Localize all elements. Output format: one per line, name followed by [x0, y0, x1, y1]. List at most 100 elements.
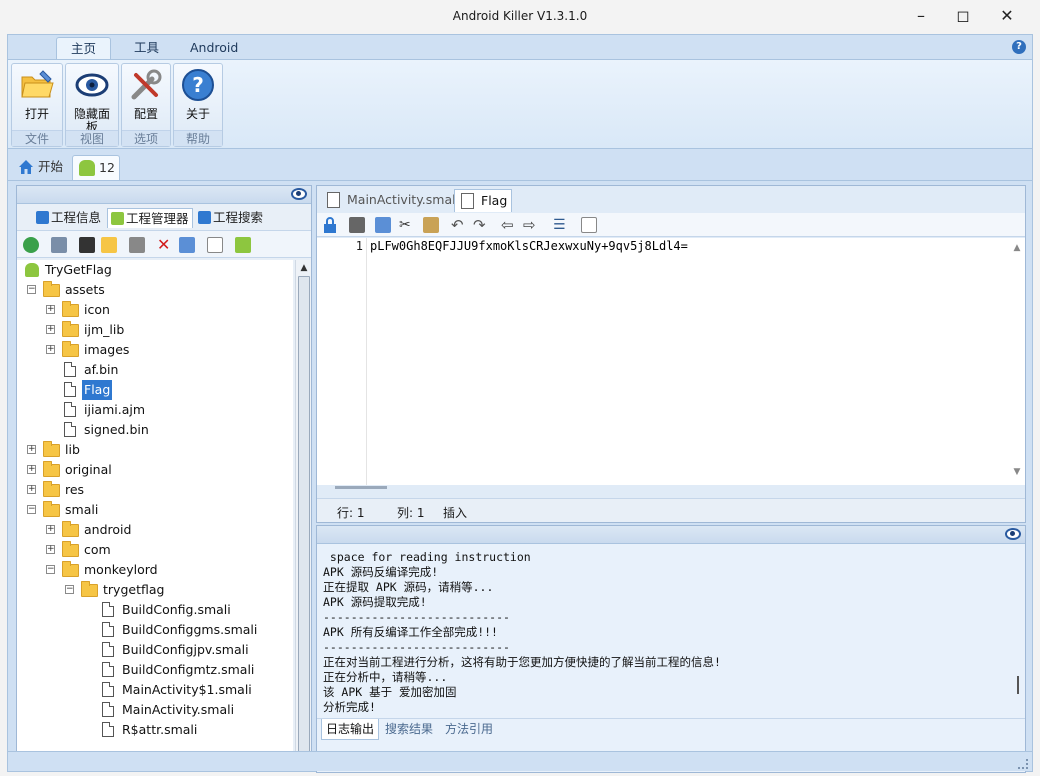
about-button[interactable]: ? 关于 [174, 64, 222, 130]
expand-icon[interactable]: + [27, 445, 36, 454]
scroll-up-icon[interactable]: ▲ [297, 260, 311, 276]
code-editor[interactable]: 1 pLFw0Gh8EQFJJU9fxmoKlsCRJexwxuNy+9qv5j… [317, 238, 1025, 485]
code-scrollbar[interactable]: ▲ ▼ [1011, 240, 1023, 480]
ribbon-tab-home[interactable]: 主页 [56, 37, 112, 59]
java-icon[interactable] [581, 217, 597, 233]
eye-icon[interactable] [1005, 528, 1021, 540]
delete-icon[interactable]: ✕ [157, 237, 173, 253]
image-icon[interactable] [51, 237, 67, 253]
expand-icon[interactable]: + [46, 325, 55, 334]
tab-mainactivity-smali[interactable]: MainActivity.smali [321, 189, 459, 212]
close-button[interactable]: ✕ [984, 0, 1030, 32]
tree-node-label: icon [84, 302, 110, 317]
ribbon-tab-android[interactable]: Android [176, 37, 252, 59]
tree-node-label: ijm_lib [84, 322, 125, 337]
tree-node-label: BuildConfigjpv.smali [122, 642, 249, 657]
tree-node-label: MainActivity$1.smali [122, 682, 252, 697]
expand-icon[interactable]: + [27, 465, 36, 474]
tab-start[interactable]: 开始 [12, 155, 68, 180]
expand-icon[interactable]: + [46, 345, 55, 354]
tree-node-label: R$attr.smali [122, 722, 198, 737]
tree-node-label: monkeylord [84, 562, 158, 577]
save-icon[interactable] [349, 217, 365, 233]
tab-flag[interactable]: Flag [454, 189, 512, 212]
open-button[interactable]: 打开 [12, 64, 62, 130]
window-title: Android Killer V1.3.1.0 [452, 9, 588, 23]
forward-icon[interactable]: ⇨ [523, 217, 539, 233]
expand-icon[interactable]: + [46, 305, 55, 314]
folder-icon [62, 341, 79, 357]
ribbon-tab-tools[interactable]: 工具 [120, 37, 173, 59]
project-panel: 工程信息 工程管理器 工程搜索 ✕ TryGetFlag − assets + icon… [16, 185, 312, 769]
file-icon [102, 662, 114, 677]
refresh-icon[interactable] [23, 237, 39, 253]
tab-method-references[interactable]: 方法引用 [441, 719, 497, 740]
file-icon [102, 722, 114, 737]
hide-panel-button[interactable]: 隐藏面板 [66, 64, 118, 134]
tree-node-label: BuildConfigmtz.smali [122, 662, 255, 677]
log-line: APK 源码反编译完成! [323, 565, 439, 579]
tab-log-output[interactable]: 日志输出 [321, 719, 380, 740]
expand-icon[interactable]: + [27, 485, 36, 494]
minimize-button[interactable]: – [898, 0, 944, 32]
folder-icon [62, 301, 79, 317]
log-line: 正在对当前工程进行分析，这将有助于您更加方便快捷的了解当前工程的信息! [323, 655, 721, 669]
bookmark-icon[interactable] [129, 237, 145, 253]
document-icon[interactable] [207, 237, 223, 253]
log-line: space for reading instruction [323, 550, 531, 564]
tab-project-12[interactable]: 12 [72, 155, 120, 180]
tab-search-results[interactable]: 搜索结果 [381, 719, 437, 740]
paste-icon[interactable] [423, 217, 439, 233]
lock-icon[interactable] [323, 217, 337, 233]
redo-icon[interactable]: ↷ [473, 217, 489, 233]
line-gutter: 1 [317, 238, 367, 485]
editor-toolbar: ✂ ↶ ↷ ⇦ ⇨ ☰ [317, 213, 1025, 237]
list-icon[interactable]: ☰ [553, 217, 569, 233]
project-tree: TryGetFlag − assets + icon + ijm_lib + images af.… [17, 260, 293, 768]
folder-icon [62, 521, 79, 537]
tab-project-info[interactable]: 工程信息 [33, 208, 105, 228]
tree-node-label: Flag [82, 380, 113, 400]
resize-grip-icon[interactable] [1018, 759, 1028, 769]
maximize-button[interactable]: ◻ [940, 0, 986, 32]
collapse-icon[interactable]: − [65, 585, 74, 594]
line-number: 1 [355, 239, 363, 253]
config-button[interactable]: 配置 [122, 64, 170, 130]
tree-node-label: MainActivity.smali [122, 702, 235, 717]
horizontal-scroll-thumb[interactable] [335, 486, 387, 489]
tab-project-manager[interactable]: 工程管理器 [107, 208, 193, 228]
scroll-down-icon[interactable]: ▼ [1011, 464, 1023, 480]
collapse-icon[interactable]: − [27, 505, 36, 514]
terminal-icon[interactable] [79, 237, 95, 253]
android-icon[interactable] [235, 237, 251, 253]
scroll-up-icon[interactable]: ▲ [1011, 240, 1023, 256]
expand-icon[interactable]: + [46, 525, 55, 534]
copy-path-icon[interactable] [179, 237, 195, 253]
log-scroll-thumb[interactable] [1017, 676, 1019, 694]
folder-icon [62, 541, 79, 557]
expand-icon[interactable]: + [46, 545, 55, 554]
file-icon [102, 642, 114, 657]
eye-icon[interactable] [291, 188, 307, 200]
tree-node-label: ijiami.ajm [84, 402, 146, 417]
back-icon[interactable]: ⇦ [501, 217, 517, 233]
collapse-icon[interactable]: − [46, 565, 55, 574]
file-icon [64, 402, 76, 417]
tree-node-label: com [84, 542, 111, 557]
tab-project-search[interactable]: 工程搜索 [195, 208, 275, 228]
code-line[interactable]: pLFw0Gh8EQFJJU9fxmoKlsCRJexwxuNy+9qv5j8L… [370, 239, 688, 253]
collapse-icon[interactable]: − [27, 285, 36, 294]
tree-scrollbar[interactable]: ▲ ▼ [295, 260, 311, 768]
undo-icon[interactable]: ↶ [451, 217, 467, 233]
scroll-thumb[interactable] [298, 276, 310, 752]
document-tab-bar: 开始 12 [8, 153, 1032, 181]
insert-mode-indicator: 插入 [443, 506, 468, 520]
tree-node-label: BuildConfig.smali [122, 602, 231, 617]
copy-icon[interactable] [375, 217, 391, 233]
folder-icon [43, 501, 60, 517]
folder-open-icon [21, 70, 54, 98]
folder-search-icon[interactable] [101, 237, 117, 253]
help-icon[interactable]: ? [1012, 40, 1026, 54]
cut-icon[interactable]: ✂ [399, 217, 415, 233]
android-icon [79, 160, 95, 176]
